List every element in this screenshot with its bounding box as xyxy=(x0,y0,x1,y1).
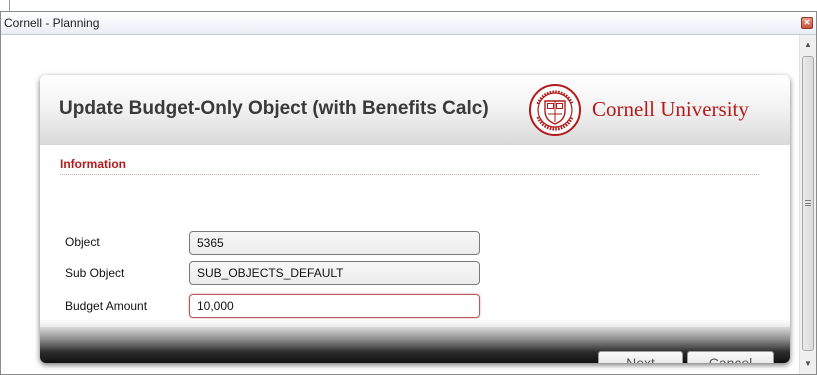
window-titlebar: Cornell - Planning ✕ xyxy=(1,12,816,35)
cornell-university-wordmark: Cornell University xyxy=(592,97,749,121)
budget-amount-input[interactable]: 10,000 xyxy=(189,294,480,318)
budget-amount-label: Budget Amount xyxy=(65,299,148,313)
window-content: Update Budget-Only Object (with Benefits… xyxy=(1,35,798,374)
scrollbar-thumb[interactable] xyxy=(802,56,814,351)
section-title: Information xyxy=(60,157,126,171)
vertical-scrollbar[interactable]: ▲ ▼ xyxy=(799,35,816,374)
object-field[interactable]: 5365 xyxy=(189,231,480,255)
dialog-title: Update Budget-Only Object (with Benefits… xyxy=(59,98,489,119)
update-budget-dialog: Update Budget-Only Object (with Benefits… xyxy=(40,75,790,363)
window-title: Cornell - Planning xyxy=(4,16,100,30)
scroll-up-arrow-icon[interactable]: ▲ xyxy=(800,37,816,53)
app-window: Cornell - Planning ✕ Update Budget-Only … xyxy=(0,11,817,375)
strip-divider xyxy=(9,0,10,11)
scrollbar-grip-icon xyxy=(805,200,811,206)
object-label: Object xyxy=(65,235,100,249)
section-divider xyxy=(60,174,759,175)
next-button[interactable]: Next xyxy=(598,351,683,363)
close-icon[interactable]: ✕ xyxy=(801,17,813,29)
sub-object-field[interactable]: SUB_OBJECTS_DEFAULT xyxy=(189,261,480,285)
sub-object-label: Sub Object xyxy=(65,266,125,280)
scroll-down-arrow-icon[interactable]: ▼ xyxy=(800,356,816,372)
cancel-button[interactable]: Cancel xyxy=(687,351,774,363)
top-strip xyxy=(0,0,817,11)
dialog-header: Update Budget-Only Object (with Benefits… xyxy=(40,75,790,145)
cornell-seal-icon xyxy=(529,84,581,136)
